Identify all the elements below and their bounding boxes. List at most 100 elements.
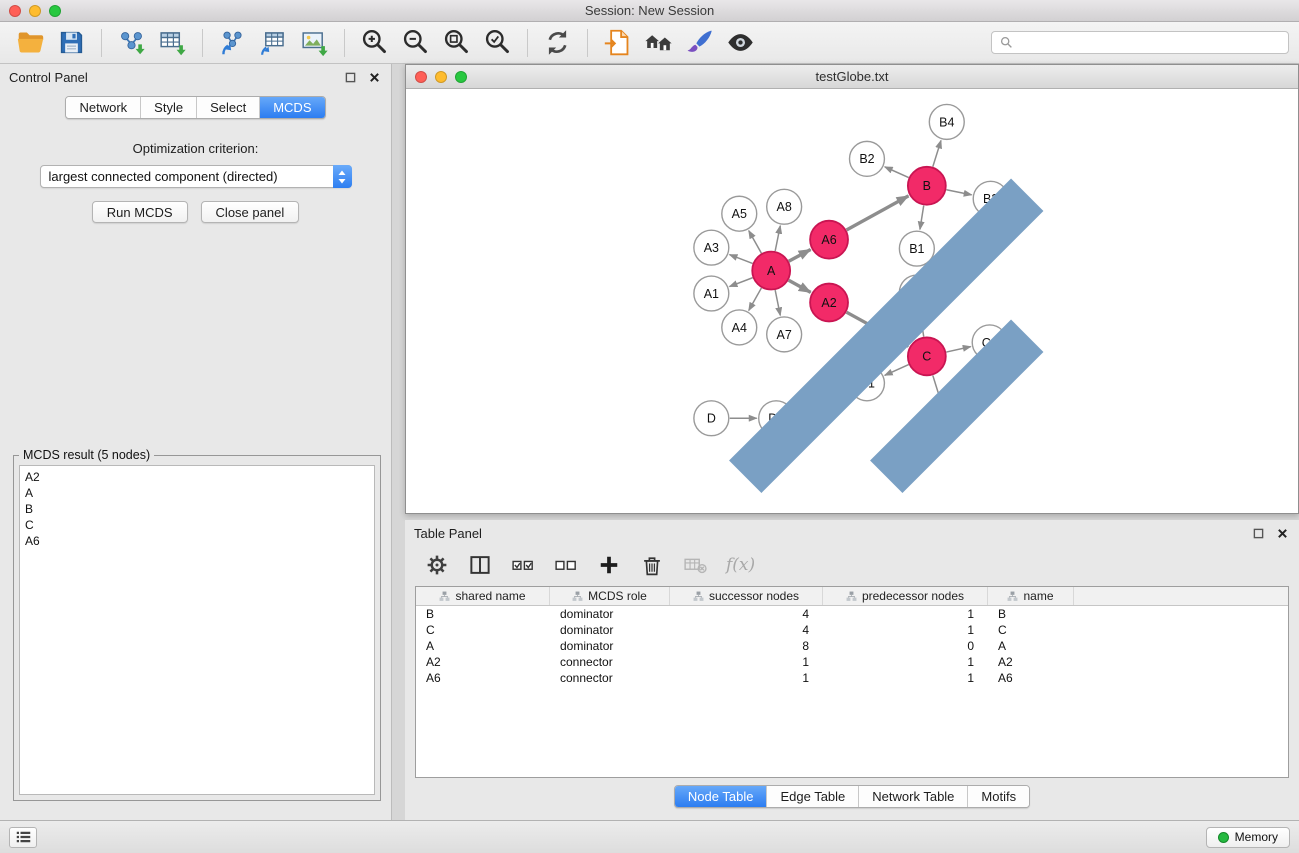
table-cell: C bbox=[416, 622, 550, 638]
show-columns-icon bbox=[468, 553, 492, 577]
refresh-layout-button[interactable] bbox=[537, 26, 578, 59]
export-image-icon bbox=[300, 28, 329, 57]
node-table: shared name MCDS role successor nodesprede… bbox=[415, 586, 1289, 778]
tab-edge-table[interactable]: Edge Table bbox=[767, 786, 859, 807]
network-zoom-button[interactable] bbox=[455, 71, 467, 83]
style-brush-button[interactable] bbox=[679, 26, 720, 59]
zoom-out-icon bbox=[401, 28, 430, 57]
window-controls bbox=[9, 5, 61, 17]
tab-motifs[interactable]: Motifs bbox=[968, 786, 1029, 807]
delete-table-icon bbox=[683, 553, 707, 577]
open-document-button[interactable] bbox=[597, 26, 638, 59]
table-row[interactable]: A6connector11A6 bbox=[416, 670, 1288, 686]
table-cell: connector bbox=[550, 654, 670, 670]
list-item[interactable]: A2 bbox=[20, 469, 374, 485]
list-item[interactable]: A6 bbox=[20, 533, 374, 549]
run-mcds-button[interactable]: Run MCDS bbox=[92, 201, 188, 223]
list-item[interactable]: C bbox=[20, 517, 374, 533]
minimize-window-button[interactable] bbox=[29, 5, 41, 17]
column-header-mcds-role[interactable]: MCDS role bbox=[550, 587, 670, 605]
import-network-icon bbox=[117, 28, 146, 57]
float-panel-icon bbox=[1253, 528, 1264, 539]
table-cell-filler bbox=[1074, 654, 1288, 670]
table-settings-icon bbox=[425, 553, 449, 577]
column-header-shared-name[interactable]: shared name bbox=[416, 587, 550, 605]
new-network-button[interactable] bbox=[212, 26, 253, 59]
select-all-button[interactable] bbox=[509, 551, 537, 579]
list-item[interactable]: B bbox=[20, 501, 374, 517]
column-header-name[interactable]: name bbox=[988, 587, 1074, 605]
table-row[interactable]: Cdominator41C bbox=[416, 622, 1288, 638]
table-cell: connector bbox=[550, 670, 670, 686]
workspace: Control Panel NetworkStyleSelectMCDS Opt… bbox=[0, 64, 1299, 820]
tab-style[interactable]: Style bbox=[141, 97, 197, 118]
search-field bbox=[991, 31, 1289, 54]
list-item[interactable]: A bbox=[20, 485, 374, 501]
show-hide-button[interactable] bbox=[720, 26, 761, 59]
table-cell: 0 bbox=[823, 638, 988, 654]
column-header-predecessor-nodes[interactable]: predecessor nodes bbox=[823, 587, 988, 605]
toolbar-separator bbox=[587, 29, 588, 57]
float-panel-icon bbox=[345, 72, 356, 83]
tab-network-table[interactable]: Network Table bbox=[859, 786, 968, 807]
table-row[interactable]: Bdominator41B bbox=[416, 606, 1288, 622]
column-type-icon bbox=[439, 591, 450, 602]
table-cell: dominator bbox=[550, 622, 670, 638]
close-window-button[interactable] bbox=[9, 5, 21, 17]
task-history-button[interactable] bbox=[9, 827, 37, 848]
column-header-filler bbox=[1074, 587, 1288, 605]
resize-grip-icon[interactable] bbox=[405, 89, 1297, 512]
tab-mcds[interactable]: MCDS bbox=[260, 97, 324, 118]
table-cell: 1 bbox=[823, 606, 988, 622]
mcds-result-title: MCDS result (5 nodes) bbox=[19, 448, 154, 462]
delete-row-button[interactable] bbox=[638, 551, 666, 579]
tab-select[interactable]: Select bbox=[197, 97, 260, 118]
network-close-button[interactable] bbox=[415, 71, 427, 83]
close-table-panel-button[interactable] bbox=[1275, 526, 1290, 541]
column-header-label: MCDS role bbox=[588, 589, 647, 603]
home-button[interactable] bbox=[638, 26, 679, 59]
network-minimize-button[interactable] bbox=[435, 71, 447, 83]
table-row[interactable]: Adominator80A bbox=[416, 638, 1288, 654]
network-canvas[interactable]: AA1A2A3A4A5A6A7A8BB1B2B3B4CC1C2C3C4DD1 bbox=[406, 90, 1298, 513]
search-input[interactable] bbox=[1019, 35, 1280, 50]
close-control-panel-button[interactable] bbox=[367, 70, 382, 85]
import-network-button[interactable] bbox=[111, 26, 152, 59]
memory-button[interactable]: Memory bbox=[1206, 827, 1290, 848]
import-table-icon bbox=[158, 28, 187, 57]
show-columns-button[interactable] bbox=[466, 551, 494, 579]
toolbar-separator bbox=[344, 29, 345, 57]
unselect-all-button[interactable] bbox=[552, 551, 580, 579]
control-panel-header: Control Panel bbox=[0, 64, 391, 90]
table-cell: 4 bbox=[670, 622, 823, 638]
open-document-icon bbox=[603, 28, 632, 57]
mcds-result-list[interactable]: A2ABCA6 bbox=[19, 465, 375, 795]
table-row[interactable]: A2connector11A2 bbox=[416, 654, 1288, 670]
export-image-button[interactable] bbox=[294, 26, 335, 59]
table-cell: 1 bbox=[823, 622, 988, 638]
function-builder-icon: f(x) bbox=[726, 555, 755, 575]
zoom-selected-button[interactable] bbox=[477, 26, 518, 59]
table-settings-button[interactable] bbox=[423, 551, 451, 579]
new-table-button[interactable] bbox=[253, 26, 294, 59]
zoom-window-button[interactable] bbox=[49, 5, 61, 17]
column-header-successor-nodes[interactable]: successor nodes bbox=[670, 587, 823, 605]
style-brush-icon bbox=[685, 28, 714, 57]
close-panel-button[interactable]: Close panel bbox=[201, 201, 300, 223]
tab-node-table[interactable]: Node Table bbox=[675, 786, 768, 807]
zoom-fit-button[interactable] bbox=[436, 26, 477, 59]
criterion-select[interactable]: largest connected component (directed) bbox=[40, 165, 352, 188]
column-type-icon bbox=[1007, 591, 1018, 602]
tab-network[interactable]: Network bbox=[66, 97, 141, 118]
table-cell: A6 bbox=[416, 670, 550, 686]
import-table-button[interactable] bbox=[152, 26, 193, 59]
float-control-panel-button[interactable] bbox=[343, 70, 358, 85]
open-session-button[interactable] bbox=[10, 26, 51, 59]
zoom-in-button[interactable] bbox=[354, 26, 395, 59]
zoom-out-button[interactable] bbox=[395, 26, 436, 59]
table-cell-filler bbox=[1074, 622, 1288, 638]
add-row-button[interactable] bbox=[595, 551, 623, 579]
save-session-button[interactable] bbox=[51, 26, 92, 59]
table-cell: dominator bbox=[550, 638, 670, 654]
float-table-panel-button[interactable] bbox=[1251, 526, 1266, 541]
